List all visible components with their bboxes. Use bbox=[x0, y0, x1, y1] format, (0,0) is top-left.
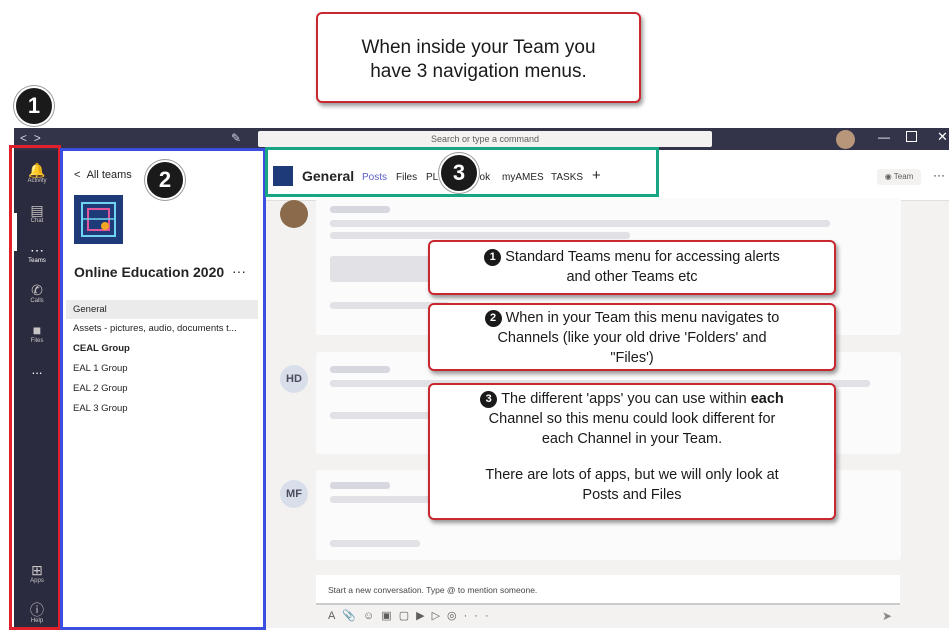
sticker-icon[interactable]: ▢ bbox=[399, 610, 416, 622]
menu-1-highlight bbox=[9, 145, 61, 630]
callout-menu-2: 2 When in your Team this menu navigates t… bbox=[428, 303, 836, 371]
post-reply-link[interactable] bbox=[330, 412, 440, 419]
stream-icon[interactable]: ▷ bbox=[432, 610, 447, 622]
callout-3-line2: Channel so this menu could look differen… bbox=[488, 411, 776, 427]
compose-icon[interactable]: ✎ bbox=[231, 131, 241, 145]
marker-1: 1 bbox=[14, 86, 54, 126]
compose-box[interactable]: Start a new conversation. Type @ to ment… bbox=[316, 575, 900, 605]
callout-2-number: 2 bbox=[484, 309, 502, 327]
callout-1-line2: and other Teams etc bbox=[566, 269, 698, 285]
compose-more-icon[interactable]: ··· bbox=[464, 610, 496, 622]
callout-menu-3: 3 The different 'apps' you can use within… bbox=[428, 383, 836, 520]
minimize-icon[interactable]: — bbox=[878, 130, 890, 144]
callout-3-emphasis: each bbox=[750, 391, 784, 407]
forward-arrow-icon[interactable]: > bbox=[34, 131, 41, 145]
marker-3: 3 bbox=[439, 153, 479, 193]
praise-icon[interactable]: ◎ bbox=[447, 610, 464, 622]
post-reply-link[interactable] bbox=[330, 540, 420, 547]
callout-3-line5: Posts and Files bbox=[582, 487, 682, 503]
intro-callout: When inside your Team you have 3 navigat… bbox=[316, 12, 641, 103]
compose-toolbar: A📎☺▣▢▶▷◎··· bbox=[328, 609, 496, 622]
post-author-avatar[interactable]: MF bbox=[280, 480, 308, 508]
close-icon[interactable]: ✕ bbox=[937, 129, 948, 145]
intro-callout-line1: When inside your Team you bbox=[361, 37, 596, 58]
callout-1-line1: Standard Teams menu for accessing alerts bbox=[505, 249, 780, 265]
callout-menu-1: 1 Standard Teams menu for accessing alert… bbox=[428, 240, 836, 295]
format-icon[interactable]: A bbox=[328, 610, 342, 622]
send-icon[interactable]: ➤ bbox=[882, 609, 892, 623]
marker-2: 2 bbox=[145, 160, 185, 200]
eye-icon: ◉ bbox=[884, 172, 892, 181]
intro-callout-line2: have 3 navigation menus. bbox=[370, 61, 587, 82]
callout-1-number: 1 bbox=[484, 248, 502, 266]
callout-3-line4: There are lots of apps, but we will only… bbox=[485, 467, 779, 483]
team-button[interactable]: ◉ Team bbox=[877, 169, 921, 185]
user-avatar[interactable] bbox=[836, 130, 855, 149]
menu-2-highlight bbox=[60, 148, 266, 630]
callout-2-line1: When in your Team this menu navigates to bbox=[505, 310, 780, 326]
post-author-avatar[interactable] bbox=[280, 200, 308, 228]
header-more-options[interactable]: ··· bbox=[933, 168, 945, 182]
maximize-icon[interactable] bbox=[906, 131, 917, 142]
post-text-line bbox=[330, 232, 630, 239]
search-box[interactable]: Search or type a command bbox=[258, 131, 712, 147]
callout-2-line2: Channels (like your old drive 'Folders' … bbox=[497, 330, 767, 346]
history-nav[interactable]: < > bbox=[20, 131, 41, 145]
post-author-avatar[interactable]: HD bbox=[280, 365, 308, 393]
callout-3-number: 3 bbox=[480, 390, 498, 408]
meet-icon[interactable]: ▶ bbox=[416, 610, 431, 622]
post-author-name bbox=[330, 206, 390, 213]
post-author-name bbox=[330, 482, 390, 489]
back-arrow-icon[interactable]: < bbox=[20, 131, 27, 145]
emoji-icon[interactable]: ☺ bbox=[363, 610, 381, 622]
callout-2-line3: "Files') bbox=[610, 350, 654, 366]
callout-3-line1: The different 'apps' you can use within bbox=[501, 391, 751, 407]
post-author-name bbox=[330, 366, 390, 373]
attach-icon[interactable]: 📎 bbox=[342, 610, 363, 622]
post-text-line bbox=[330, 220, 830, 227]
gif-icon[interactable]: ▣ bbox=[381, 610, 398, 622]
callout-3-line3: each Channel in your Team. bbox=[541, 431, 723, 447]
